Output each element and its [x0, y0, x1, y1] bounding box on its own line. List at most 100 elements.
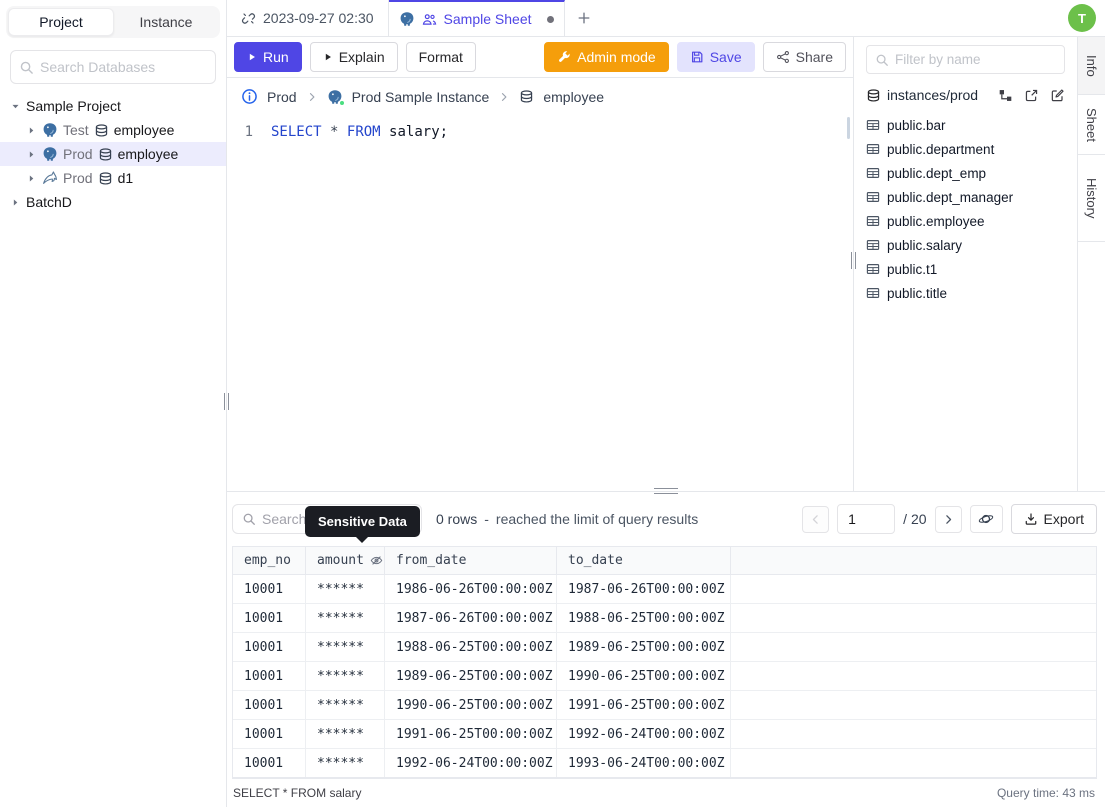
result-row[interactable]: 10001 ****** 1988-06-25T00:00:00Z 1989-0…: [233, 633, 1096, 662]
breadcrumb-database[interactable]: employee: [543, 89, 604, 105]
tree-item-sample-project[interactable]: Sample Project: [0, 94, 226, 118]
prev-page-button[interactable]: [802, 505, 830, 533]
database-icon: [519, 89, 534, 104]
share-button[interactable]: Share: [762, 42, 846, 72]
cell[interactable]: 1987-06-26T00:00:00Z: [385, 604, 557, 632]
new-tab-button[interactable]: [565, 0, 603, 36]
tree-db-label: employee: [117, 146, 179, 162]
tree-env-label: Test: [63, 122, 89, 138]
cell[interactable]: 10001: [233, 720, 306, 748]
info-icon[interactable]: [241, 88, 258, 105]
next-page-button[interactable]: [934, 505, 962, 533]
editor-scrollbar[interactable]: [847, 117, 850, 139]
column-header[interactable]: from_date: [385, 547, 557, 574]
cell[interactable]: 10001: [233, 749, 306, 777]
breadcrumb-env[interactable]: Prod: [267, 89, 297, 105]
result-row[interactable]: 10001 ****** 1991-06-25T00:00:00Z 1992-0…: [233, 720, 1096, 749]
edit-icon[interactable]: [1050, 88, 1065, 103]
cell-masked[interactable]: ******: [306, 633, 385, 661]
table-list-item[interactable]: public.dept_emp: [866, 161, 1065, 185]
table-name: public.dept_emp: [887, 165, 987, 181]
tab-sample-sheet[interactable]: Sample Sheet: [388, 0, 565, 36]
tree-item-batchd[interactable]: BatchD: [0, 190, 226, 214]
cell[interactable]: 1991-06-25T00:00:00Z: [557, 691, 731, 719]
cell-masked[interactable]: ******: [306, 720, 385, 748]
eye-off-icon[interactable]: [370, 554, 383, 567]
result-row[interactable]: 10001 ****** 1986-06-26T00:00:00Z 1987-0…: [233, 575, 1096, 604]
tab-history-sheet[interactable]: 2023-09-27 02:30: [227, 0, 389, 36]
download-icon: [1024, 512, 1038, 526]
cell[interactable]: 10001: [233, 575, 306, 603]
cell[interactable]: 1992-06-24T00:00:00Z: [385, 749, 557, 777]
planet-button[interactable]: [969, 505, 1003, 533]
explain-button[interactable]: Explain: [309, 42, 398, 72]
cell[interactable]: 10001: [233, 691, 306, 719]
column-header[interactable]: to_date: [557, 547, 731, 574]
format-button[interactable]: Format: [405, 42, 476, 72]
tab-info[interactable]: Info: [1078, 37, 1105, 95]
cell[interactable]: 10001: [233, 604, 306, 632]
page-number-input[interactable]: [837, 504, 896, 534]
tree-item-prod-employee[interactable]: Prod employee: [0, 142, 226, 166]
cell[interactable]: 1987-06-26T00:00:00Z: [557, 575, 731, 603]
column-header[interactable]: amount: [306, 547, 385, 574]
schema-diagram-icon[interactable]: [998, 88, 1013, 103]
cell[interactable]: 1992-06-24T00:00:00Z: [557, 720, 731, 748]
result-row[interactable]: 10001 ****** 1989-06-25T00:00:00Z 1990-0…: [233, 662, 1096, 691]
cell[interactable]: 1988-06-25T00:00:00Z: [385, 633, 557, 661]
cell-masked[interactable]: ******: [306, 749, 385, 777]
cell[interactable]: 1990-06-25T00:00:00Z: [385, 691, 557, 719]
project-tree: Sample Project Test employee Prod employ…: [0, 94, 226, 214]
table-list-item[interactable]: public.department: [866, 137, 1065, 161]
cell-masked[interactable]: ******: [306, 691, 385, 719]
external-link-icon[interactable]: [1024, 88, 1039, 103]
cell[interactable]: 1989-06-25T00:00:00Z: [557, 633, 731, 661]
sql-keyword: FROM: [346, 124, 381, 140]
database-search-input[interactable]: [40, 59, 207, 75]
cell[interactable]: 1989-06-25T00:00:00Z: [385, 662, 557, 690]
column-header[interactable]: emp_no: [233, 547, 306, 574]
sql-editor[interactable]: 1 SELECT * FROM salary;: [227, 115, 853, 491]
filter-input[interactable]: [895, 52, 1056, 67]
cell[interactable]: 1988-06-25T00:00:00Z: [557, 604, 731, 632]
result-row[interactable]: 10001 ****** 1992-06-24T00:00:00Z 1993-0…: [233, 749, 1096, 778]
tab-project[interactable]: Project: [8, 8, 114, 36]
table-list-item[interactable]: public.dept_manager: [866, 185, 1065, 209]
result-row[interactable]: 10001 ****** 1990-06-25T00:00:00Z 1991-0…: [233, 691, 1096, 720]
page-total: / 20: [903, 511, 927, 527]
cell-masked[interactable]: ******: [306, 662, 385, 690]
tab-history[interactable]: History: [1078, 155, 1105, 242]
admin-mode-button[interactable]: Admin mode: [544, 42, 669, 72]
database-icon: [98, 147, 113, 162]
run-button[interactable]: Run: [234, 42, 302, 72]
tree-item-prod-d1[interactable]: Prod d1: [0, 166, 226, 190]
table-list-item[interactable]: public.title: [866, 281, 1065, 305]
filter-box: [866, 45, 1065, 74]
tab-sheet[interactable]: Sheet: [1078, 95, 1105, 155]
table-list-item[interactable]: public.employee: [866, 209, 1065, 233]
postgres-icon: [42, 146, 58, 162]
cell[interactable]: 1991-06-25T00:00:00Z: [385, 720, 557, 748]
table-list-item[interactable]: public.salary: [866, 233, 1065, 257]
sidebar-resize-handle[interactable]: [224, 393, 229, 410]
avatar[interactable]: T: [1068, 4, 1096, 32]
cell-masked[interactable]: ******: [306, 575, 385, 603]
table-list-item[interactable]: public.t1: [866, 257, 1065, 281]
result-table: emp_no amount from_date to_date 10001 **…: [232, 546, 1097, 779]
results-resize-handle[interactable]: [654, 488, 678, 494]
tab-instance[interactable]: Instance: [114, 8, 218, 36]
export-button[interactable]: Export: [1010, 504, 1097, 534]
table-list-item[interactable]: public.bar: [866, 113, 1065, 137]
breadcrumb-instance[interactable]: Prod Sample Instance: [352, 89, 490, 105]
cell[interactable]: 1993-06-24T00:00:00Z: [557, 749, 731, 777]
cell[interactable]: 10001: [233, 662, 306, 690]
cell[interactable]: 1986-06-26T00:00:00Z: [385, 575, 557, 603]
cell-masked[interactable]: ******: [306, 604, 385, 632]
cell[interactable]: 10001: [233, 633, 306, 661]
caret-down-icon: [10, 101, 21, 112]
result-row[interactable]: 10001 ****** 1987-06-26T00:00:00Z 1988-0…: [233, 604, 1096, 633]
panel-resize-handle[interactable]: [851, 252, 856, 269]
cell[interactable]: 1990-06-25T00:00:00Z: [557, 662, 731, 690]
tree-item-test-employee[interactable]: Test employee: [0, 118, 226, 142]
save-button[interactable]: Save: [676, 42, 755, 72]
